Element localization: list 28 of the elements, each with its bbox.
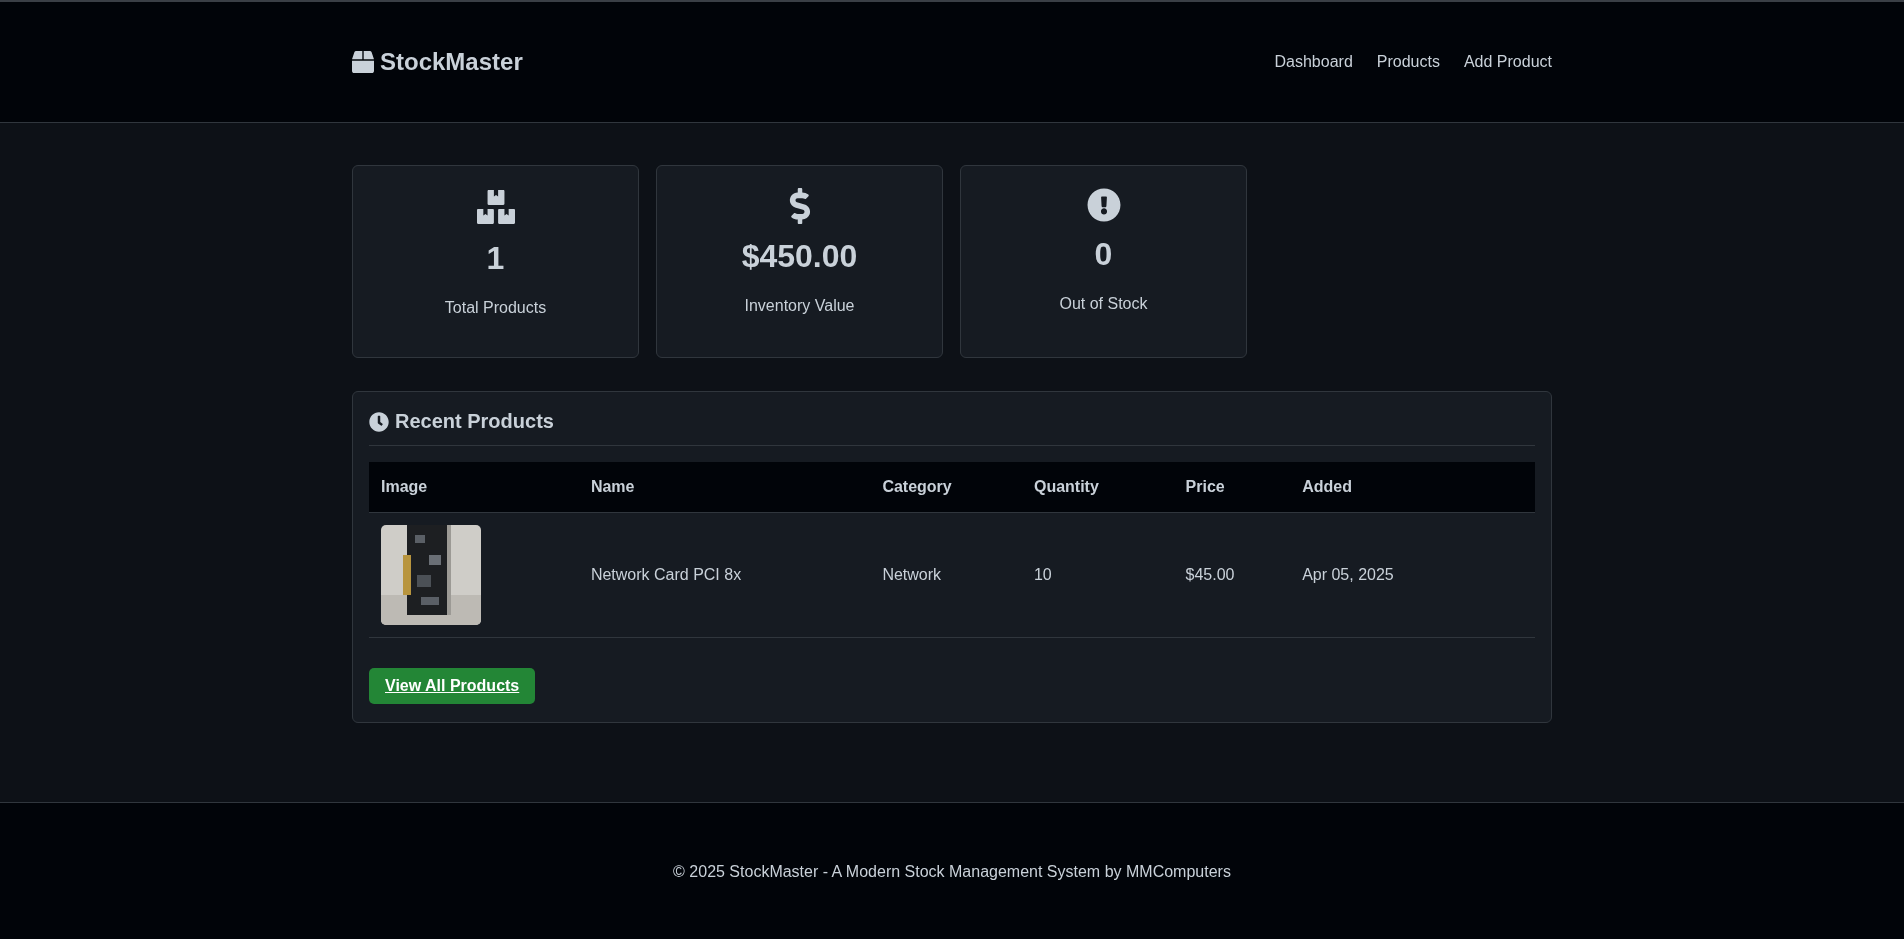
footer-text: © 2025 StockMaster - A Modern Stock Management System by MMComputers	[673, 863, 1231, 881]
column-header: Added	[1290, 462, 1535, 513]
column-header: Image	[369, 462, 579, 513]
view-all-button[interactable]: View All Products	[369, 668, 536, 704]
table-cell: 10	[1021, 512, 1174, 638]
nav-link[interactable]: Add Product	[1463, 53, 1552, 71]
stat-value: $450.00	[741, 238, 858, 275]
exclamation-icon	[1086, 188, 1121, 222]
table-cell: Network	[870, 512, 1022, 638]
column-header: Quantity	[1021, 462, 1174, 513]
stat-value: 0	[1094, 236, 1113, 273]
column-header: Category	[870, 462, 1022, 513]
table-cell: $45.00	[1173, 512, 1291, 638]
stat-label: Inventory Value	[744, 297, 855, 315]
table-cell: Apr 05, 2025	[1290, 512, 1535, 638]
column-header: Price	[1173, 462, 1291, 513]
stat-value: 1	[486, 240, 505, 277]
table-cell: Network Card PCI 8x	[578, 512, 871, 638]
panel-title: Recent Products	[369, 410, 1535, 446]
stat-label: Out of Stock	[1059, 295, 1148, 313]
brand-logo[interactable]: StockMaster	[352, 48, 523, 76]
box-icon	[352, 51, 374, 73]
nav-link[interactable]: Products	[1376, 53, 1440, 71]
clock-icon	[369, 411, 389, 432]
stat-label: Total Products	[444, 299, 547, 317]
boxes-icon	[476, 188, 515, 226]
nav-link[interactable]: Dashboard	[1274, 53, 1353, 71]
column-header: Name	[578, 462, 871, 513]
